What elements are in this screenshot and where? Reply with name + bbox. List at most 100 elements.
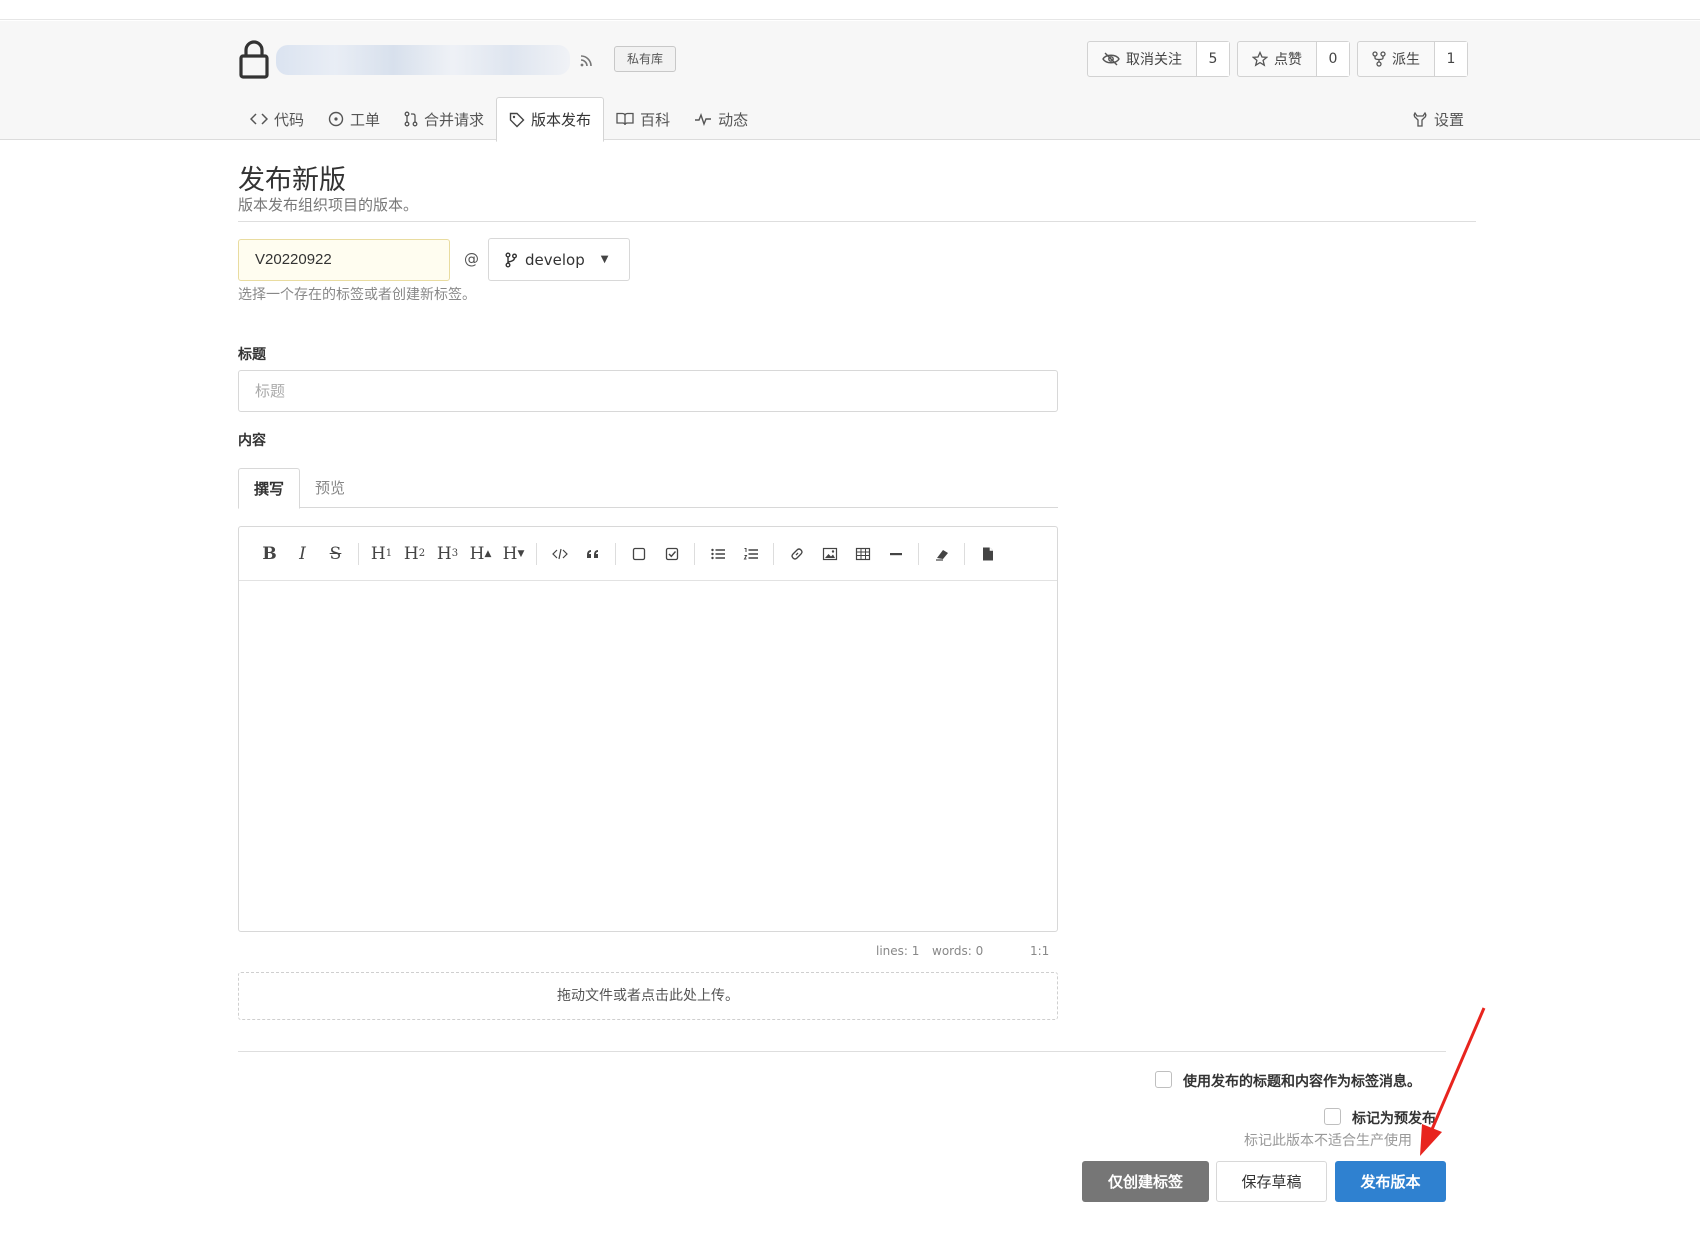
red-arrow-annotation [1420, 1007, 1486, 1156]
code-block-icon[interactable] [543, 539, 576, 569]
chevron-down-icon: ▼ [600, 254, 609, 265]
page-subtitle: 版本发布组织项目的版本。 [238, 196, 419, 214]
tab-activity[interactable]: 动态 [682, 97, 760, 141]
toolbar-separator [615, 542, 616, 565]
checkbox-empty-icon[interactable] [622, 539, 655, 569]
star-icon [1252, 51, 1268, 67]
quote-icon[interactable] [576, 539, 609, 569]
toolbar-separator [964, 542, 965, 565]
tab-preview[interactable]: 预览 [300, 468, 360, 507]
editor-toolbar: B I S H1 H2 H3 H ▲ H ▼ [239, 527, 1057, 581]
watch-count[interactable]: 5 [1197, 42, 1229, 76]
tag-name-input[interactable]: V20220922 [238, 239, 450, 281]
status-words: words: 0 [932, 944, 984, 958]
eye-slash-icon [1102, 52, 1120, 66]
prerelease-checkbox[interactable] [1324, 1108, 1341, 1125]
bold-icon[interactable]: B [253, 539, 286, 569]
heading-3-icon[interactable]: H3 [431, 539, 464, 569]
release-title-input[interactable]: 标题 [238, 370, 1058, 412]
form-divider [238, 1051, 1446, 1052]
tag-hint: 选择一个存在的标签或者创建新标签。 [238, 287, 476, 303]
tab-settings[interactable]: 设置 [1412, 97, 1464, 141]
unwatch-label: 取消关注 [1126, 52, 1182, 68]
tab-pull-requests-label: 合并请求 [424, 110, 485, 129]
prerelease-hint: 标记此版本不适合生产使用 [1244, 1133, 1412, 1149]
page-title: 发布新版 [238, 165, 346, 196]
toolbar-separator [773, 542, 774, 565]
attachment-dropzone[interactable]: 拖动文件或者点击此处上传。 [238, 972, 1058, 1020]
repo-name-blurred[interactable] [276, 45, 570, 75]
title-label: 标题 [238, 347, 266, 363]
tab-code[interactable]: 代码 [238, 97, 316, 141]
browser-top-strip [0, 0, 1700, 20]
checkbox-checked-icon[interactable] [655, 539, 688, 569]
header-divider [238, 221, 1476, 222]
branch-name: develop [525, 250, 585, 269]
fork-label: 派生 [1392, 52, 1420, 68]
rss-icon[interactable] [578, 49, 598, 69]
branch-icon [505, 252, 517, 267]
heading-2-icon[interactable]: H2 [398, 539, 431, 569]
tab-wiki-label: 百科 [640, 110, 671, 129]
status-lines: lines: 1 [876, 944, 920, 958]
horizontal-rule-icon[interactable] [879, 539, 912, 569]
target-branch-dropdown[interactable]: develop ▼ [488, 238, 630, 281]
tag-icon [509, 112, 525, 127]
heading-1-icon[interactable]: H1 [365, 539, 398, 569]
star-button[interactable]: 点赞 [1238, 42, 1317, 76]
tab-activity-label: 动态 [718, 110, 749, 129]
use-title-label: 使用发布的标题和内容作为标签消息。 [1183, 1074, 1421, 1090]
toolbar-separator [536, 542, 537, 565]
unwatch-button[interactable]: 取消关注 [1088, 42, 1197, 76]
link-icon[interactable] [780, 539, 813, 569]
table-icon[interactable] [846, 539, 879, 569]
tab-issues-label: 工单 [350, 110, 381, 129]
publish-release-button[interactable]: 发布版本 [1335, 1161, 1446, 1202]
tab-write[interactable]: 撰写 [238, 468, 301, 509]
status-cursor: 1:1 [1030, 944, 1050, 958]
create-tag-only-button[interactable]: 仅创建标签 [1082, 1161, 1209, 1202]
tab-releases[interactable]: 版本发布 [496, 97, 605, 142]
tab-code-label: 代码 [274, 110, 305, 129]
eraser-icon[interactable] [925, 539, 958, 569]
settings-label: 设置 [1433, 110, 1464, 129]
toolbar-separator [918, 542, 919, 565]
file-icon[interactable] [971, 539, 1004, 569]
watch-button-group[interactable]: 取消关注 5 [1087, 41, 1230, 77]
repo-nav-tabs: 代码 工单 合并请求 版本发布 百科 动态 [238, 97, 760, 142]
pulse-icon [695, 112, 712, 126]
private-badge: 私有库 [614, 46, 676, 72]
book-icon [616, 112, 634, 126]
ordered-list-icon[interactable] [734, 539, 767, 569]
toolbar-separator [358, 542, 359, 565]
star-label: 点赞 [1274, 52, 1302, 68]
unordered-list-icon[interactable] [701, 539, 734, 569]
italic-icon[interactable]: I [286, 539, 319, 569]
repo-header: 私有库 取消关注 5 点赞 0 派生 1 代码 工单 合并请求 版本发布 百科 … [0, 21, 1700, 142]
image-icon[interactable] [813, 539, 846, 569]
code-icon [250, 113, 268, 125]
tab-issues[interactable]: 工单 [316, 97, 392, 141]
star-count[interactable]: 0 [1317, 42, 1349, 76]
fork-count[interactable]: 1 [1435, 42, 1467, 76]
fork-button-group[interactable]: 派生 1 [1357, 41, 1468, 77]
heading-smaller-icon[interactable]: H ▼ [497, 539, 530, 569]
content-label: 内容 [238, 433, 266, 449]
wrench-icon [1413, 111, 1427, 127]
star-button-group[interactable]: 点赞 0 [1237, 41, 1350, 77]
pull-request-icon [404, 111, 418, 127]
toolbar-separator [694, 542, 695, 565]
heading-bigger-icon[interactable]: H ▲ [464, 539, 497, 569]
tab-releases-label: 版本发布 [531, 111, 592, 129]
fork-icon [1372, 51, 1386, 67]
fork-button[interactable]: 派生 [1358, 42, 1435, 76]
at-sign: @ [464, 250, 479, 268]
use-title-checkbox[interactable] [1155, 1071, 1172, 1088]
save-draft-button[interactable]: 保存草稿 [1216, 1161, 1327, 1202]
lock-icon [239, 40, 269, 79]
editor-tabs: 撰写 预览 [238, 468, 1058, 509]
tab-wiki[interactable]: 百科 [604, 97, 682, 141]
markdown-editor[interactable]: B I S H1 H2 H3 H ▲ H ▼ [238, 526, 1058, 932]
strikethrough-icon[interactable]: S [319, 539, 352, 569]
tab-pull-requests[interactable]: 合并请求 [392, 97, 496, 141]
